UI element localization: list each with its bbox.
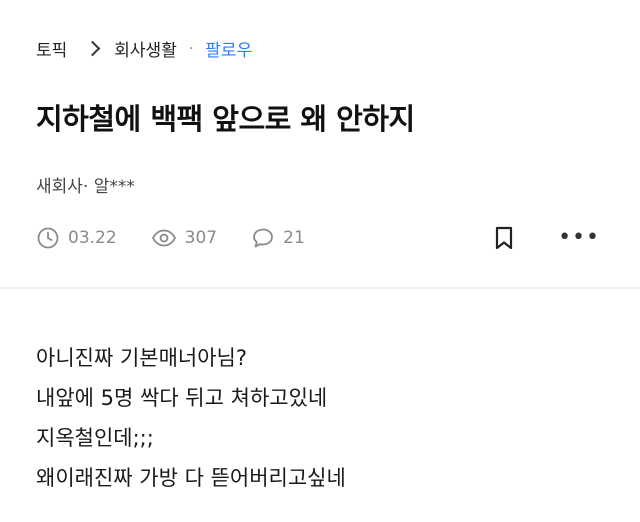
post-body-line: 왜이래진짜 가방 다 뜯어버리고싶네 [36, 466, 346, 490]
more-horizontal-icon[interactable]: ••• [558, 226, 600, 250]
post-body-line: 내앞에 5명 싹다 뒤고 쳐하고있네 [36, 386, 328, 410]
eye-icon [151, 229, 176, 247]
divider [0, 287, 640, 289]
post-date-value: 03.22 [68, 228, 117, 248]
comment-icon [253, 228, 274, 248]
bookmark-icon[interactable] [494, 226, 514, 250]
post-views: 307 [151, 226, 217, 250]
breadcrumb-category[interactable]: 회사생활 [114, 36, 177, 61]
post-title: 지하철에 백팩 앞으로 왜 안하지 [36, 102, 415, 136]
breadcrumb-separator: · [188, 40, 194, 57]
breadcrumb-topic[interactable]: 토픽 [36, 36, 67, 61]
breadcrumb: 토픽 회사생활 · 팔로우 [36, 36, 252, 62]
post-actions: ••• [494, 226, 600, 250]
post-date: 03.22 [36, 226, 117, 250]
clock-icon [37, 227, 59, 249]
post-body: 아니진짜 기본매너아님? 내앞에 5명 싹다 뒤고 쳐하고있네 지옥철인데;;;… [36, 338, 346, 498]
post-comments-value: 21 [283, 228, 305, 248]
follow-button[interactable]: 팔로우 [205, 36, 252, 61]
post-comments[interactable]: 21 [251, 226, 305, 250]
chevron-right-icon [85, 40, 101, 57]
post-meta: 03.22 307 21 [36, 224, 305, 252]
post-views-value: 307 [184, 228, 218, 248]
post-body-line: 아니진짜 기본매너아님? [36, 346, 248, 370]
post-body-line: 지옥철인데;;; [36, 426, 154, 450]
post-author[interactable]: 새회사· 알*** [36, 172, 135, 197]
